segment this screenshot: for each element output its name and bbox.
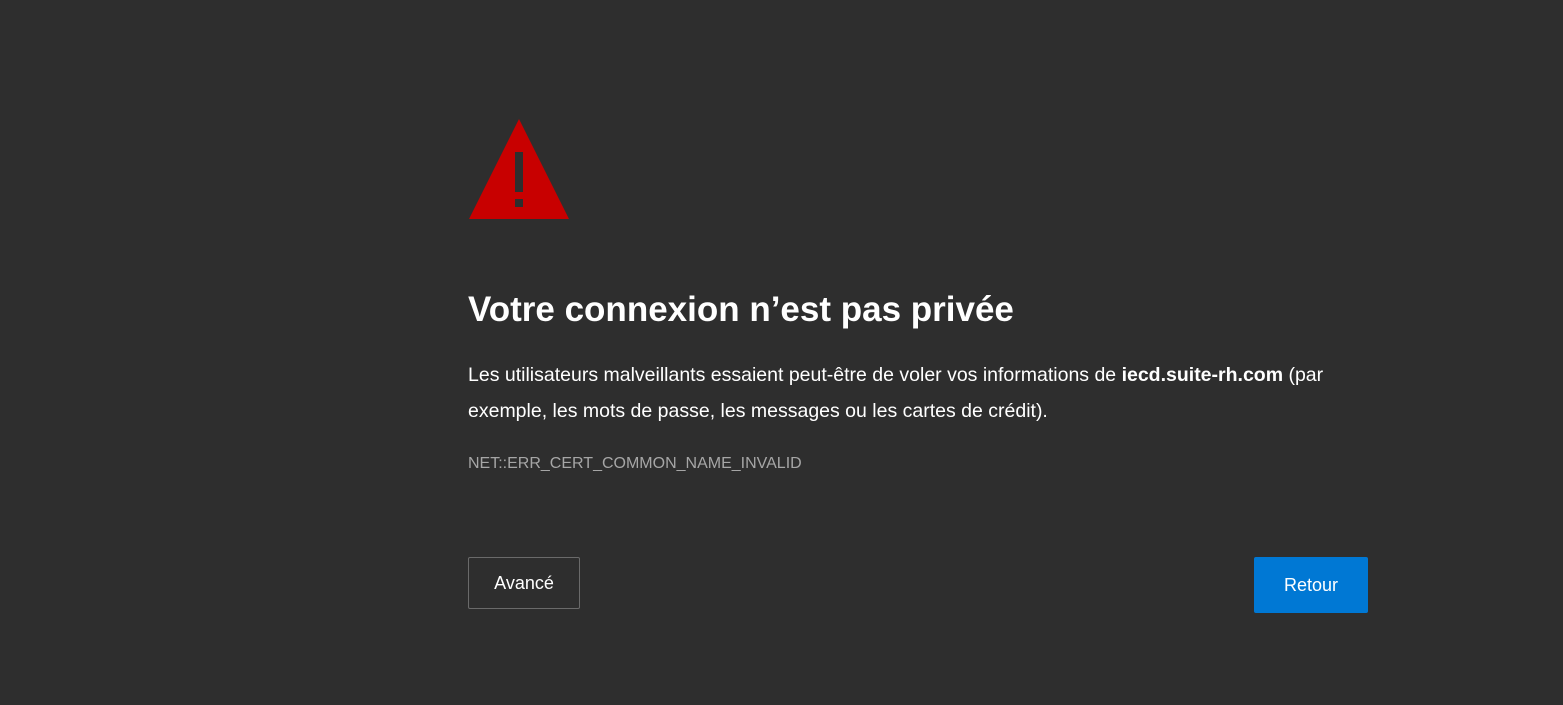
host-name: iecd.suite-rh.com [1121,364,1284,386]
message-text-before: Les utilisateurs malveillants essaient p… [468,364,1122,386]
advanced-button[interactable]: Avancé [468,557,580,609]
page-title: Votre connexion n’est pas privée [468,290,1014,329]
error-code: NET::ERR_CERT_COMMON_NAME_INVALID [468,455,802,472]
back-button[interactable]: Retour [1254,557,1368,613]
warning-message: Les utilisateurs malveillants essaient p… [468,357,1368,429]
interstitial-page: Votre connexion n’est pas privée Les uti… [0,0,1563,705]
warning-triangle-icon [469,119,569,219]
